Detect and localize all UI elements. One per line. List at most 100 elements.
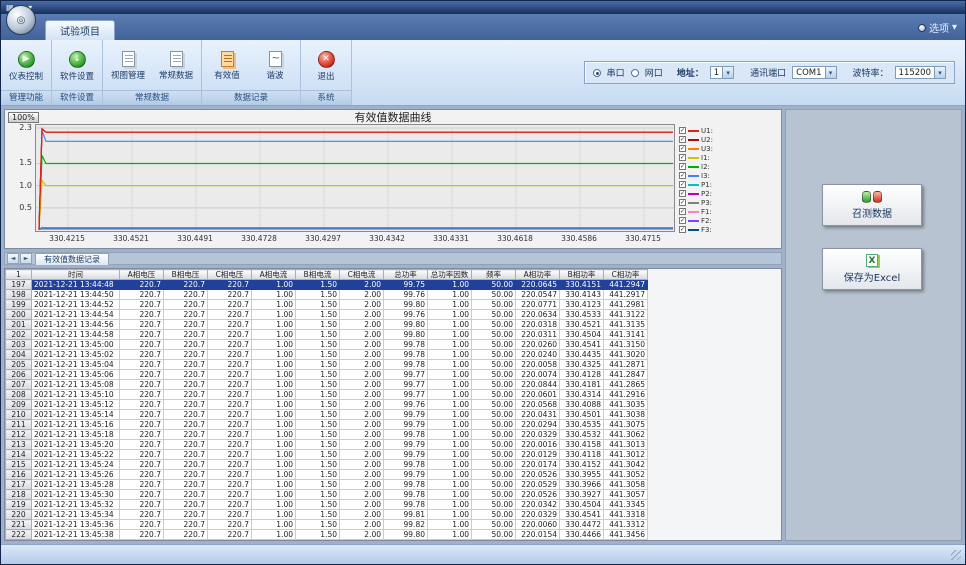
legend-item[interactable]: ✓U1: <box>679 126 731 135</box>
legend-checkbox[interactable]: ✓ <box>679 145 686 152</box>
table-row[interactable]: 2152021-12-21 13:45:24220.7220.7220.71.0… <box>6 460 648 470</box>
column-header[interactable]: A相功率 <box>516 270 560 280</box>
serial-radio[interactable] <box>593 69 601 77</box>
instrument-control-button[interactable]: ▶ 仪表控制 <box>3 43 49 89</box>
save-excel-button[interactable]: X 保存为Excel <box>822 248 922 290</box>
legend-item[interactable]: ✓F1: <box>679 207 731 216</box>
table-row[interactable]: 2182021-12-21 13:45:30220.7220.7220.71.0… <box>6 490 648 500</box>
view-manage-button[interactable]: 视图管理 <box>105 43 151 89</box>
tab-test-project[interactable]: 试验项目 <box>45 20 115 40</box>
table-row[interactable]: 2032021-12-21 13:45:00220.7220.7220.71.0… <box>6 340 648 350</box>
column-header[interactable]: 总功率因数 <box>428 270 472 280</box>
table-row[interactable]: 1992021-12-21 13:44:52220.7220.7220.71.0… <box>6 300 648 310</box>
column-header[interactable]: B相功率 <box>560 270 604 280</box>
row-number: 217 <box>6 480 32 490</box>
legend-item[interactable]: ✓I2: <box>679 162 731 171</box>
value-cell: 50.00 <box>472 440 516 450</box>
column-header[interactable]: C相功率 <box>604 270 648 280</box>
fetch-data-button[interactable]: 召测数据 <box>822 184 922 226</box>
value-cell: 1.50 <box>296 450 340 460</box>
options-button[interactable]: 选项 ▾ <box>918 20 957 35</box>
table-row[interactable]: 2132021-12-21 13:45:20220.7220.7220.71.0… <box>6 440 648 450</box>
column-header[interactable]: A相电流 <box>252 270 296 280</box>
legend-checkbox[interactable]: ✓ <box>679 136 686 143</box>
table-row[interactable]: 1982021-12-21 13:44:50220.7220.7220.71.0… <box>6 290 648 300</box>
value-cell: 220.7 <box>208 300 252 310</box>
legend-item[interactable]: ✓P3: <box>679 198 731 207</box>
tab-scroll-right-icon[interactable]: ► <box>20 253 32 264</box>
app-menu-button[interactable]: ◎ <box>6 5 36 35</box>
address-select[interactable]: 1 ▾ <box>710 66 734 79</box>
legend-item[interactable]: ✓U2: <box>679 135 731 144</box>
column-header[interactable]: 时间 <box>32 270 120 280</box>
legend-checkbox[interactable]: ✓ <box>679 226 686 233</box>
rms-values-button[interactable]: 有效值 <box>204 43 250 89</box>
column-header[interactable]: 频率 <box>472 270 516 280</box>
legend-item[interactable]: ✓P2: <box>679 189 731 198</box>
legend-item[interactable]: ✓I3: <box>679 171 731 180</box>
legend-item[interactable]: ✓I1: <box>679 153 731 162</box>
value-cell: 330.4088 <box>560 400 604 410</box>
legend-label: U3: <box>701 145 713 153</box>
value-cell: 99.79 <box>384 440 428 450</box>
legend-checkbox[interactable]: ✓ <box>679 172 686 179</box>
table-row[interactable]: 2192021-12-21 13:45:32220.7220.7220.71.0… <box>6 500 648 510</box>
table-row[interactable]: 2212021-12-21 13:45:36220.7220.7220.71.0… <box>6 520 648 530</box>
column-header[interactable]: B相电压 <box>164 270 208 280</box>
legend-color-swatch <box>688 148 699 150</box>
table-row[interactable]: 2142021-12-21 13:45:22220.7220.7220.71.0… <box>6 450 648 460</box>
table-row[interactable]: 1972021-12-21 13:44:48220.7220.7220.71.0… <box>6 280 648 290</box>
legend-checkbox[interactable]: ✓ <box>679 190 686 197</box>
column-header[interactable]: C相电压 <box>208 270 252 280</box>
legend-checkbox[interactable]: ✓ <box>679 127 686 134</box>
table-row[interactable]: 2162021-12-21 13:45:26220.7220.7220.71.0… <box>6 470 648 480</box>
table-row[interactable]: 2062021-12-21 13:45:06220.7220.7220.71.0… <box>6 370 648 380</box>
exit-button[interactable]: ✕ 退出 <box>303 43 349 89</box>
legend-checkbox[interactable]: ✓ <box>679 163 686 170</box>
harmonics-button[interactable]: 谐波 <box>252 43 298 89</box>
table-row[interactable]: 2102021-12-21 13:45:14220.7220.7220.71.0… <box>6 410 648 420</box>
data-grid[interactable]: 1时间A相电压B相电压C相电压A相电流B相电流C相电流总功率总功率因数频率A相功… <box>4 268 782 541</box>
value-cell: 2.00 <box>340 540 384 542</box>
table-row[interactable]: 2002021-12-21 13:44:54220.7220.7220.71.0… <box>6 310 648 320</box>
legend-item[interactable]: ✓F2: <box>679 216 731 225</box>
legend-checkbox[interactable]: ✓ <box>679 217 686 224</box>
resize-grip[interactable] <box>951 550 961 560</box>
table-row[interactable]: 2042021-12-21 13:45:02220.7220.7220.71.0… <box>6 350 648 360</box>
table-row[interactable]: 2082021-12-21 13:45:10220.7220.7220.71.0… <box>6 390 648 400</box>
table-row[interactable]: 2052021-12-21 13:45:04220.7220.7220.71.0… <box>6 360 648 370</box>
table-row[interactable]: 2112021-12-21 13:45:16220.7220.7220.71.0… <box>6 420 648 430</box>
table-row[interactable]: 2092021-12-21 13:45:12220.7220.7220.71.0… <box>6 400 648 410</box>
software-settings-button[interactable]: ↓ 软件设置 <box>54 43 100 89</box>
network-radio[interactable] <box>631 69 639 77</box>
legend-checkbox[interactable]: ✓ <box>679 199 686 206</box>
column-header[interactable]: C相电流 <box>340 270 384 280</box>
table-row[interactable]: 2172021-12-21 13:45:28220.7220.7220.71.0… <box>6 480 648 490</box>
legend-checkbox[interactable]: ✓ <box>679 181 686 188</box>
table-row[interactable]: 2202021-12-21 13:45:34220.7220.7220.71.0… <box>6 510 648 520</box>
legend-checkbox[interactable]: ✓ <box>679 154 686 161</box>
legend-item[interactable]: ✓P1: <box>679 180 731 189</box>
baud-value: 115200 <box>896 68 934 78</box>
baud-select[interactable]: 115200 ▾ <box>895 66 946 79</box>
column-header[interactable]: B相电流 <box>296 270 340 280</box>
legend-item[interactable]: ✓ U3: <box>679 144 731 153</box>
table-row[interactable]: 2232021-12-21 13:45:40220.7220.7220.71.0… <box>6 540 648 542</box>
tab-rms-data-record[interactable]: 有效值数据记录 <box>35 253 109 265</box>
regular-data-button[interactable]: 常规数据 <box>153 43 199 89</box>
table-row[interactable]: 2122021-12-21 13:45:18220.7220.7220.71.0… <box>6 430 648 440</box>
port-select[interactable]: COM1 ▾ <box>792 66 836 79</box>
zoom-badge[interactable]: 100% <box>8 112 39 123</box>
tab-scroll-left-icon[interactable]: ◄ <box>7 253 19 264</box>
value-cell: 1.00 <box>428 470 472 480</box>
value-cell: 50.00 <box>472 400 516 410</box>
table-row[interactable]: 2072021-12-21 13:45:08220.7220.7220.71.0… <box>6 380 648 390</box>
legend-item[interactable]: ✓F3: <box>679 225 731 234</box>
table-row[interactable]: 2012021-12-21 13:44:56220.7220.7220.71.0… <box>6 320 648 330</box>
table-row[interactable]: 2222021-12-21 13:45:38220.7220.7220.71.0… <box>6 530 648 540</box>
column-header[interactable]: 总功率 <box>384 270 428 280</box>
table-row[interactable]: 2022021-12-21 13:44:58220.7220.7220.71.0… <box>6 330 648 340</box>
legend-checkbox[interactable]: ✓ <box>679 208 686 215</box>
value-cell: 1.50 <box>296 280 340 290</box>
column-header[interactable]: A相电压 <box>120 270 164 280</box>
